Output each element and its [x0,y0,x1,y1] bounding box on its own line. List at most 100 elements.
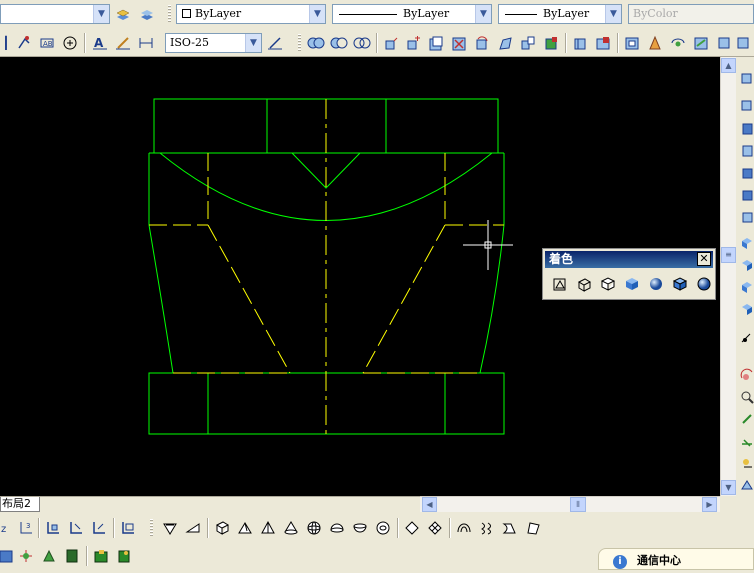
taper-faces-icon[interactable] [495,33,515,53]
scroll-h-thumb[interactable]: ⦀ [570,497,586,512]
linetype-dropdown[interactable]: ByLayer ▼ [332,4,492,24]
extrude-faces-icon[interactable] [381,33,401,53]
ucs-z-icon[interactable]: z [0,518,17,538]
ucs-3point-icon[interactable]: 3 [16,518,36,538]
extrude-edges-icon[interactable] [691,33,711,53]
view-bottom-icon[interactable] [737,95,754,115]
view-front-icon[interactable] [737,163,754,183]
close-icon[interactable]: ✕ [697,252,711,266]
tool-palettes-icon[interactable] [39,546,59,566]
sphere-icon[interactable] [304,518,324,538]
color-dropdown[interactable]: ByLayer ▼ [176,4,326,24]
view-back-icon[interactable] [737,185,754,205]
delete-faces-icon[interactable] [449,33,469,53]
dim-edit-icon[interactable] [14,33,34,53]
designcenter-icon[interactable] [16,546,36,566]
flat-shaded-icon[interactable] [621,273,643,295]
view-sw-iso-icon[interactable] [737,207,754,227]
intersect-icon[interactable] [352,33,372,53]
view-nw-iso-icon[interactable] [737,277,754,297]
gouraud-shaded-icon[interactable] [645,273,667,295]
dish-icon[interactable] [350,518,370,538]
view-left-icon[interactable] [737,119,754,139]
shell-icon[interactable] [645,33,665,53]
scroll-down-button[interactable]: ▼ [721,480,736,495]
view-ne-iso-icon[interactable] [737,255,754,275]
3d-mesh-icon[interactable] [425,518,445,538]
solid-edit-icon[interactable] [714,33,734,53]
tabulated-surface-icon[interactable] [477,518,497,538]
pyramid-icon[interactable] [258,518,278,538]
dim-update-icon[interactable] [136,33,156,53]
shade-toolbar-title[interactable]: 着色 ✕ [545,251,713,268]
zoom-icon[interactable] [737,387,754,407]
ucs-apply-icon[interactable] [118,518,138,538]
shade-toolbar[interactable]: 着色 ✕ [542,248,716,300]
toolbar-grip[interactable] [168,5,171,23]
view-se-iso-icon[interactable] [737,233,754,253]
view-camera-icon[interactable] [737,299,754,319]
slice-icon[interactable] [734,33,754,53]
gouraud-edges-icon[interactable] [693,273,715,295]
3d-wireframe-icon[interactable] [573,273,595,295]
toolbar-grip[interactable] [150,519,153,537]
cone-icon[interactable] [281,518,301,538]
toolbar-grip[interactable] [298,34,301,52]
color-faces-icon[interactable] [541,33,561,53]
markup-icon[interactable] [91,546,111,566]
flat-edges-icon[interactable] [669,273,691,295]
dome-icon[interactable] [327,518,347,538]
edge-surface-icon[interactable] [523,518,543,538]
tab-layout2[interactable]: 布局2 [0,497,40,512]
dimstyle-manager-icon[interactable] [265,33,285,53]
box-icon[interactable] [160,518,180,538]
check-icon[interactable] [668,33,688,53]
dim-text-oblique-icon[interactable] [113,33,133,53]
scroll-right-button[interactable]: ▶ [702,497,717,512]
sheetset-icon[interactable] [62,546,82,566]
union-icon[interactable] [306,33,326,53]
ucs-object-icon[interactable] [43,518,63,538]
separate-icon[interactable] [622,33,642,53]
wedge-solid-icon[interactable] [235,518,255,538]
view-right-icon[interactable] [737,141,754,161]
communication-center[interactable]: i 通信中心 [598,548,754,570]
render-icon[interactable] [737,475,754,495]
pan-icon[interactable] [737,365,754,385]
scroll-up-button[interactable]: ▲ [721,58,736,73]
cube-icon[interactable] [212,518,232,538]
ruled-surface-icon[interactable] [500,518,520,538]
lineweight-dropdown[interactable]: ByLayer ▼ [498,4,622,24]
dimstyle-dropdown[interactable]: ISO-25 ▼ [165,33,262,53]
view-top-icon[interactable] [737,67,754,87]
move-faces-icon[interactable] [403,33,423,53]
light-icon[interactable] [737,453,754,473]
revolved-surface-icon[interactable] [454,518,474,538]
orbit-icon[interactable] [737,329,754,349]
dim-ordinate-icon[interactable]: AB [37,33,57,53]
offset-faces-icon[interactable] [426,33,446,53]
subtract-icon[interactable] [329,33,349,53]
vertical-scrollbar[interactable]: ▲ ≡ ▼ [720,57,736,496]
2d-wireframe-icon[interactable] [549,273,571,295]
layer-dropdown[interactable]: ▼ [0,4,110,24]
layer-previous-icon[interactable] [113,4,133,24]
properties-icon[interactable] [0,546,16,566]
scroll-thumb[interactable]: ≡ [721,247,736,263]
dim-text-edit-icon[interactable]: A [90,33,110,53]
clean-icon[interactable] [593,33,613,53]
hidden-icon[interactable] [597,273,619,295]
scroll-left-button[interactable]: ◀ [422,497,437,512]
wedge-icon[interactable] [183,518,203,538]
ucs-view-icon[interactable] [89,518,109,538]
layer-states-icon[interactable] [137,4,157,24]
walk-icon[interactable] [737,409,754,429]
horizontal-scrollbar[interactable]: ◀ ⦀ ▶ [420,496,720,512]
copy-faces-icon[interactable] [518,33,538,53]
3d-face-icon[interactable] [402,518,422,538]
fly-icon[interactable] [737,431,754,451]
torus-icon[interactable] [373,518,393,538]
rotate-faces-icon[interactable] [472,33,492,53]
center-mark-icon[interactable] [60,33,80,53]
quickcalc-icon[interactable] [114,546,134,566]
